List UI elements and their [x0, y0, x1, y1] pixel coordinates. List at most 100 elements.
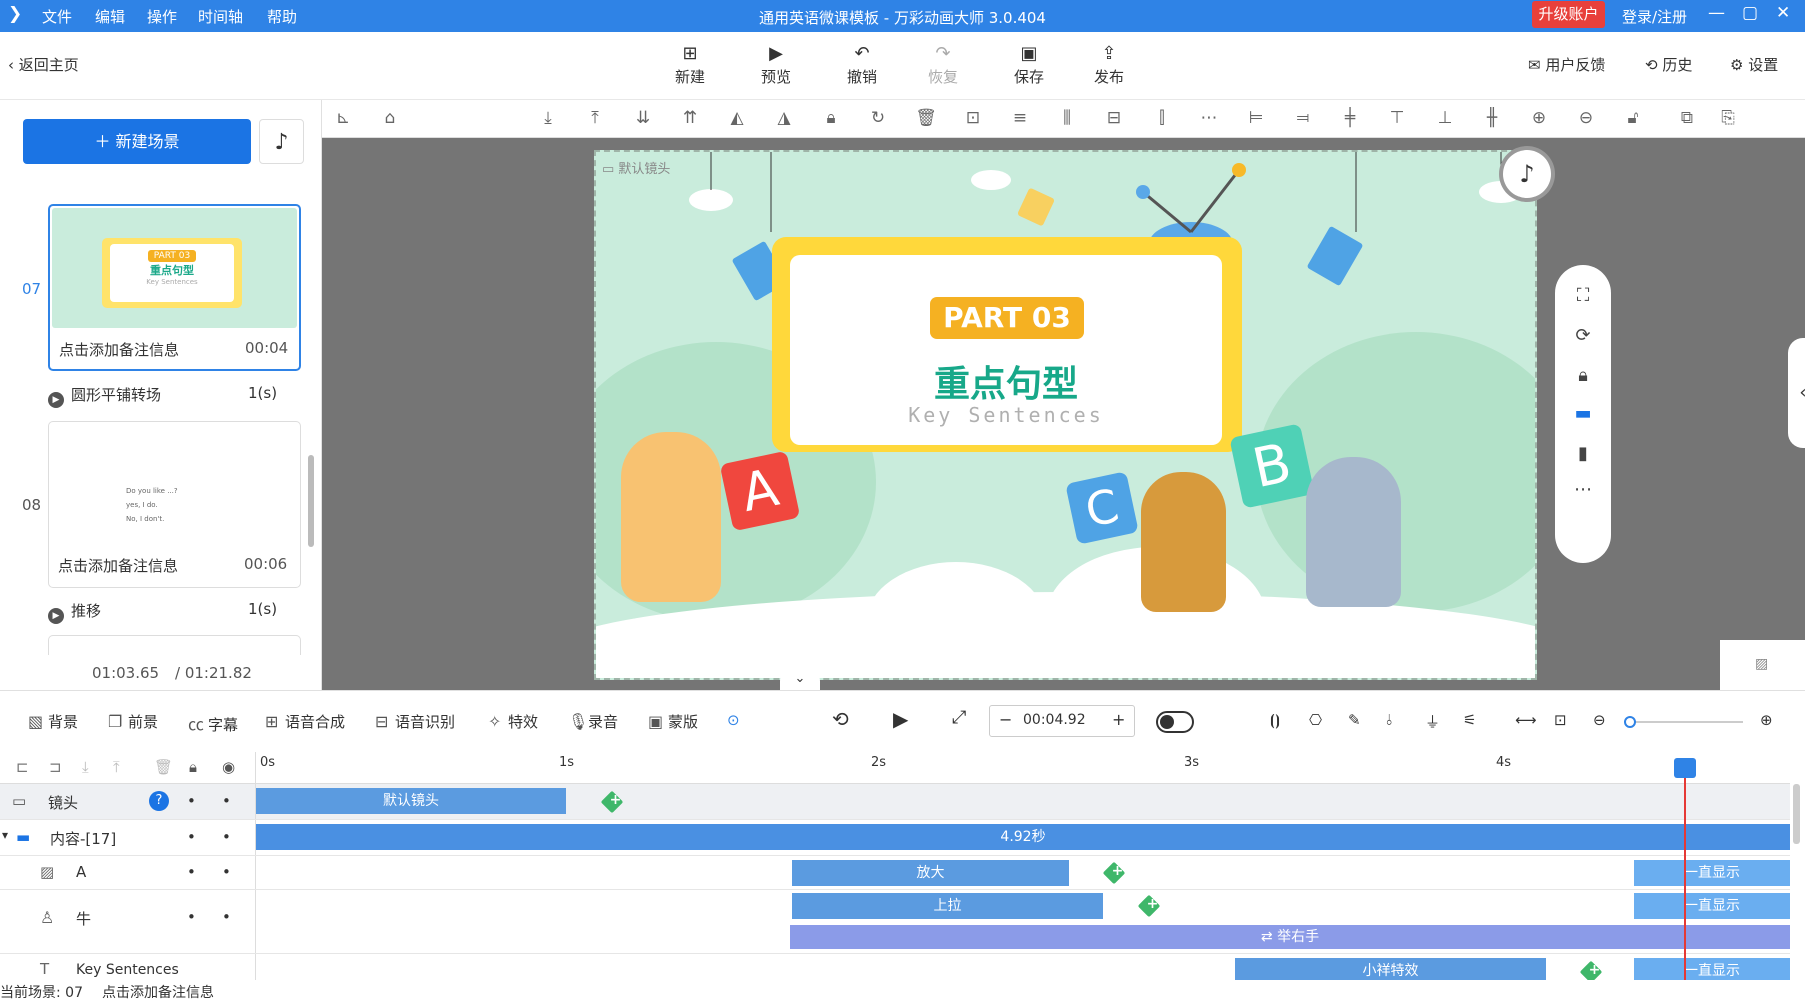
center-h-icon[interactable]: ╪: [1339, 108, 1361, 128]
timeline-scrollbar[interactable]: [1793, 784, 1800, 844]
letter-block-b[interactable]: B: [1229, 423, 1315, 509]
login-link[interactable]: 登录/注册: [1622, 6, 1687, 27]
zoom-out-timeline-icon[interactable]: ⊖: [1593, 711, 1606, 729]
scene-card-08[interactable]: Do you like ...? yes, I do. No, I don't.…: [48, 421, 301, 588]
scene-card-partial[interactable]: [48, 635, 301, 655]
clip-bar[interactable]: 一直显示: [1634, 860, 1790, 886]
dot-icon[interactable]: •: [222, 863, 231, 881]
back-home-link[interactable]: ‹ 返回主页: [8, 54, 79, 75]
minimize-icon[interactable]: —: [1708, 3, 1725, 23]
replay-icon[interactable]: ⟲: [832, 707, 849, 731]
paste-icon[interactable]: ⎘: [1717, 108, 1739, 128]
add-keyframe-icon[interactable]: [1579, 960, 1603, 981]
move-up-icon[interactable]: ⤒: [113, 758, 120, 776]
upgrade-button[interactable]: 升级账户: [1532, 1, 1605, 28]
background-button[interactable]: ▧ 背景: [28, 711, 78, 732]
scene-note[interactable]: 点击添加备注信息: [58, 555, 178, 576]
adjust-icon[interactable]: ⚟: [1463, 711, 1476, 729]
filter-icon[interactable]: ⏚: [1425, 711, 1440, 732]
new-button[interactable]: ⊞ 新建: [660, 42, 720, 87]
dot-icon[interactable]: •: [187, 908, 196, 926]
copy-icon[interactable]: ⧉: [1676, 108, 1698, 128]
save-button[interactable]: ▣ 保存: [999, 42, 1059, 87]
play-icon[interactable]: ▶: [893, 707, 908, 731]
fit-screen-icon[interactable]: ⛶: [1555, 285, 1611, 306]
spacing-h-icon[interactable]: ⋯: [1198, 108, 1220, 128]
time-value[interactable]: 00:04.92: [1023, 712, 1086, 728]
move-down-icon[interactable]: ⤓: [82, 758, 89, 776]
lock-icon[interactable]: 🔒︎: [820, 108, 842, 128]
plus-icon[interactable]: +: [1112, 710, 1125, 729]
flip-vertical-icon[interactable]: ◮: [773, 108, 795, 128]
scrollbar-thumb[interactable]: [308, 455, 314, 547]
move-down-icon[interactable]: ⇊: [632, 108, 654, 128]
timeline-row-key-sentences[interactable]: T Key Sentences 小祥特效 一直显示: [0, 954, 1790, 982]
zoom-in-timeline-icon[interactable]: ⊕: [1760, 711, 1773, 729]
monkey-character[interactable]: [1141, 472, 1226, 612]
dot-icon[interactable]: •: [187, 792, 196, 810]
rotate-icon[interactable]: ⟳: [1555, 325, 1611, 346]
feedback-link[interactable]: ✉ 用户反馈: [1528, 54, 1605, 75]
camera-frame-icon[interactable]: ⦗⦘: [1270, 711, 1280, 729]
spacing-v-icon[interactable]: ⫿: [1151, 108, 1173, 128]
fit-width-icon[interactable]: ⟷: [1515, 711, 1537, 729]
clip-bar[interactable]: 一直显示: [1634, 958, 1790, 981]
bottom-edge-icon[interactable]: ⊥: [1434, 108, 1456, 128]
clip-bar[interactable]: 小祥特效: [1235, 958, 1546, 981]
align-middle-icon[interactable]: ⊟: [1103, 108, 1125, 128]
zoom-in-icon[interactable]: ⊕: [1528, 108, 1550, 128]
align-center-icon[interactable]: ≡: [1009, 108, 1031, 128]
preview-button[interactable]: ▶ 预览: [746, 42, 806, 87]
dot-icon[interactable]: •: [222, 828, 231, 846]
more-options-icon[interactable]: ⊙: [727, 711, 740, 729]
music-note-icon[interactable]: ♪: [259, 119, 304, 164]
flip-horizontal-icon[interactable]: ◭: [726, 108, 748, 128]
transition-item[interactable]: ▶ 推移 1(s): [48, 600, 277, 624]
undo-button[interactable]: ↶ 撤销: [832, 42, 892, 87]
move-up-icon[interactable]: ⇈: [679, 108, 701, 128]
minus-icon[interactable]: −: [999, 710, 1012, 729]
timeline-row-a[interactable]: ▨ A • • 放大 一直显示: [0, 856, 1790, 890]
dot-icon[interactable]: •: [187, 828, 196, 846]
align-right-icon[interactable]: ⫤: [1292, 108, 1314, 128]
add-keyframe-icon[interactable]: [1137, 894, 1161, 918]
dot-icon[interactable]: •: [222, 908, 231, 926]
timeline-row-camera[interactable]: ▭ 镜头 ? • • 默认镜头: [0, 784, 1790, 820]
chevron-down-icon[interactable]: ⌄: [780, 671, 820, 690]
playhead-handle[interactable]: [1674, 758, 1696, 778]
stage-canvas[interactable]: ▭ 默认镜头 PART 03 重点句型 Key Sentences A B C: [594, 150, 1537, 680]
close-icon[interactable]: ✕: [1776, 3, 1790, 23]
tts-button[interactable]: ⊞ 语音合成: [265, 711, 345, 732]
snapshot-icon[interactable]: ⎔: [1309, 711, 1322, 729]
clip-bar[interactable]: 上拉: [792, 893, 1103, 919]
add-keyframe-icon[interactable]: [600, 790, 624, 814]
foreground-button[interactable]: ❐ 前景: [108, 711, 158, 732]
align-top-icon[interactable]: ⤒: [584, 108, 606, 128]
mask-button[interactable]: ▣ 蒙版: [648, 711, 698, 732]
publish-button[interactable]: ⇪ 发布: [1079, 42, 1139, 87]
subtitle-button[interactable]: ㏄字幕: [188, 711, 238, 735]
center-v-icon[interactable]: ╫: [1481, 108, 1503, 128]
history-link[interactable]: ⟲ 历史: [1645, 54, 1692, 75]
expand-icon[interactable]: ▾: [2, 828, 8, 842]
screen-icon[interactable]: ▬: [1555, 403, 1611, 424]
folder-icon[interactable]: ⊏: [16, 758, 29, 776]
zoom-slider[interactable]: [1624, 716, 1743, 728]
rotate-icon[interactable]: ↻: [867, 108, 889, 128]
top-edge-icon[interactable]: ⊤: [1386, 108, 1408, 128]
time-ruler[interactable]: 0s 1s 2s 3s 4s: [256, 752, 1790, 784]
distribute-icon[interactable]: ⫼: [1056, 108, 1078, 128]
toggle-switch[interactable]: [1156, 711, 1194, 733]
delete-icon[interactable]: 🗑︎: [154, 758, 173, 776]
fullscreen-icon[interactable]: ⤢: [952, 707, 966, 728]
clip-bar[interactable]: 默认镜头: [256, 788, 566, 814]
eye-icon[interactable]: ◉: [222, 758, 235, 776]
home-icon[interactable]: ⌂: [379, 108, 401, 128]
maximize-icon[interactable]: ▢: [1742, 3, 1758, 23]
unlock-icon[interactable]: 🔓︎: [1622, 108, 1644, 128]
delete-icon[interactable]: 🗑︎: [915, 108, 937, 128]
effects-button[interactable]: ✧ 特效: [488, 711, 538, 732]
more-icon[interactable]: ⋯: [1555, 479, 1611, 500]
clip-bar[interactable]: 4.92秒: [256, 824, 1790, 850]
clip-bar[interactable]: 放大: [792, 860, 1069, 886]
